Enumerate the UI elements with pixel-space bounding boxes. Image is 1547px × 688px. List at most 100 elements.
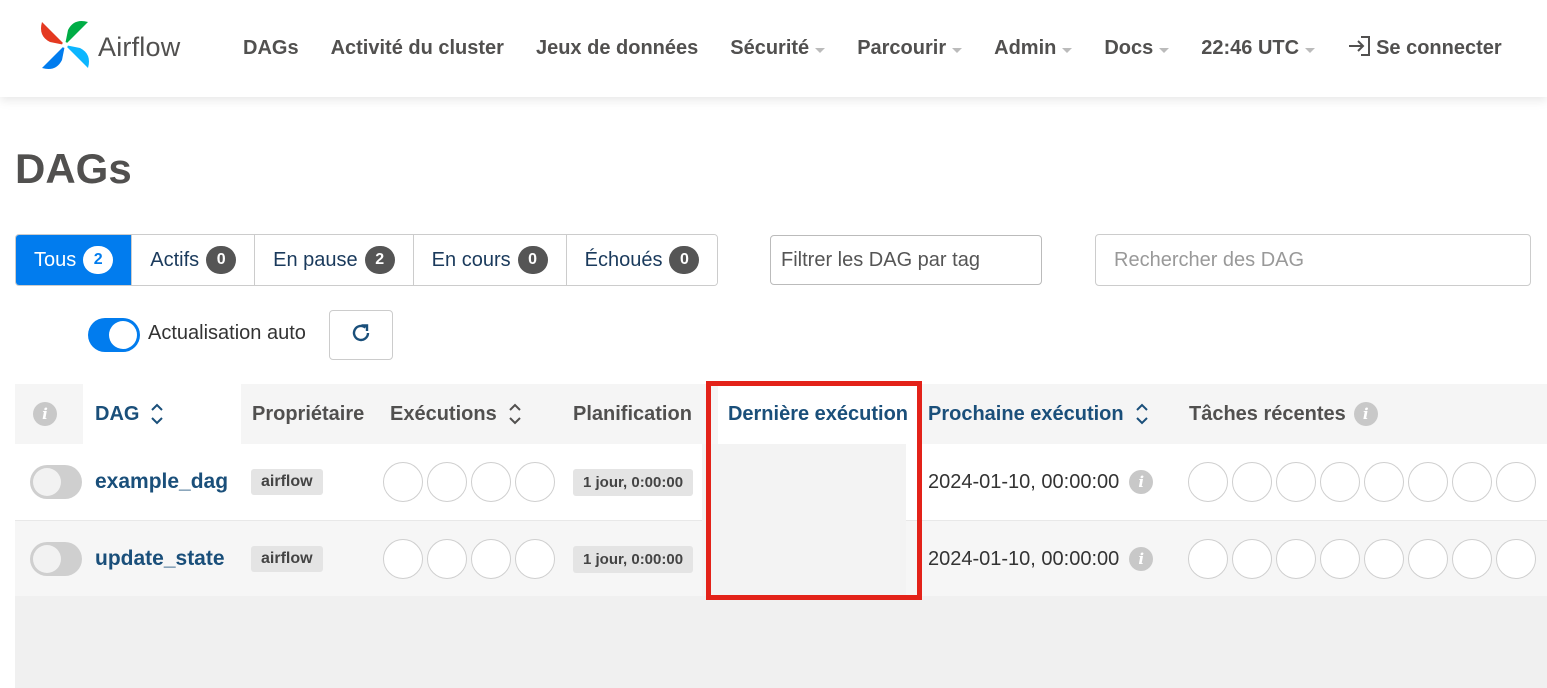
- brand[interactable]: Airflow: [36, 16, 180, 79]
- header-next-run-label: Prochaine exécution: [928, 402, 1124, 425]
- header-recent-tasks-label: Tâches récentes: [1189, 402, 1346, 425]
- top-navbar: Airflow DAGs Activité du cluster Jeux de…: [0, 0, 1547, 97]
- run-circle[interactable]: [427, 462, 467, 502]
- header-dag-label: DAG: [95, 402, 140, 425]
- header-next-run[interactable]: Prochaine exécution: [928, 384, 1148, 444]
- pause-toggle[interactable]: [30, 465, 82, 499]
- nav-menu: DAGs Activité du cluster Jeux de données…: [243, 0, 1502, 97]
- sort-icon: [151, 403, 164, 425]
- login-label: Se connecter: [1376, 37, 1502, 59]
- toggle-knob: [33, 545, 61, 573]
- run-circle[interactable]: [515, 462, 555, 502]
- nav-cluster-activity[interactable]: Activité du cluster: [331, 37, 504, 60]
- tag-filter-input[interactable]: [770, 235, 1042, 285]
- nav-docs-label: Docs: [1104, 37, 1154, 59]
- sign-in-icon: [1347, 34, 1376, 64]
- task-circle[interactable]: [1408, 539, 1448, 579]
- task-status-circles: [1188, 444, 1540, 520]
- schedule-tag[interactable]: 1 jour, 0:00:00: [573, 545, 694, 573]
- run-circle[interactable]: [515, 539, 555, 579]
- task-circle[interactable]: [1364, 539, 1404, 579]
- info-icon: i: [1353, 402, 1378, 426]
- task-circle[interactable]: [1320, 462, 1360, 502]
- tab-failed-count: 0: [669, 246, 700, 274]
- caret-down-icon: [1062, 47, 1073, 53]
- tab-active[interactable]: Actifs 0: [132, 235, 256, 285]
- task-circle[interactable]: [1364, 462, 1404, 502]
- caret-down-icon: [952, 47, 963, 53]
- task-circle[interactable]: [1408, 462, 1448, 502]
- tab-paused[interactable]: En pause 2: [255, 235, 414, 285]
- dag-link[interactable]: update_state: [95, 547, 225, 571]
- task-circle[interactable]: [1496, 462, 1536, 502]
- run-status-circles: [383, 521, 559, 597]
- header-dag[interactable]: DAG: [83, 384, 241, 444]
- caret-down-icon: [815, 47, 826, 53]
- dag-link[interactable]: example_dag: [95, 470, 228, 494]
- task-circle[interactable]: [1452, 539, 1492, 579]
- info-icon: i: [33, 402, 57, 426]
- run-status-circles: [383, 444, 559, 520]
- last-run-column-cells: [702, 444, 906, 596]
- tab-failed-label: Échoués: [584, 248, 663, 271]
- refresh-button[interactable]: [329, 310, 393, 360]
- task-circle[interactable]: [1188, 462, 1228, 502]
- nav-docs[interactable]: Docs: [1104, 37, 1170, 60]
- header-last-run[interactable]: Dernière exécution: [718, 384, 918, 444]
- header-runs-label: Exécutions: [390, 402, 497, 425]
- tab-all[interactable]: Tous 2: [16, 235, 133, 285]
- run-circle[interactable]: [471, 539, 511, 579]
- info-icon[interactable]: i: [1129, 470, 1154, 494]
- nav-dags[interactable]: DAGs: [243, 37, 299, 60]
- nav-admin-label: Admin: [994, 37, 1057, 59]
- task-circle[interactable]: [1496, 539, 1536, 579]
- toggle-knob: [33, 468, 61, 496]
- pause-toggle[interactable]: [30, 542, 82, 576]
- nav-time-label: 22:46 UTC: [1201, 37, 1300, 59]
- task-circle[interactable]: [1232, 462, 1272, 502]
- owner-tag[interactable]: airflow: [251, 546, 323, 572]
- tab-failed[interactable]: Échoués 0: [566, 235, 718, 285]
- dag-search-input[interactable]: [1095, 234, 1531, 286]
- caret-down-icon: [1159, 47, 1170, 53]
- header-recent-tasks: Tâches récentes i: [1189, 384, 1378, 444]
- nav-dags-label: DAGs: [243, 37, 299, 59]
- status-filter-tabs: Tous 2 Actifs 0 En pause 2 En cours 0 Échoué…: [15, 234, 719, 286]
- tab-running-count: 0: [517, 246, 548, 274]
- run-circle[interactable]: [383, 539, 423, 579]
- nav-security[interactable]: Sécurité: [730, 37, 826, 60]
- header-owner-label: Propriétaire: [252, 402, 365, 425]
- caret-down-icon: [1305, 47, 1316, 53]
- tab-running-label: En cours: [431, 248, 511, 271]
- task-circle[interactable]: [1452, 462, 1492, 502]
- run-circle[interactable]: [383, 462, 423, 502]
- nav-browse[interactable]: Parcourir: [857, 37, 963, 60]
- info-icon[interactable]: i: [1129, 547, 1154, 571]
- header-schedule-label: Planification: [573, 402, 692, 425]
- task-circle[interactable]: [1276, 462, 1316, 502]
- tab-paused-count: 2: [364, 246, 395, 274]
- nav-datasets[interactable]: Jeux de données: [536, 37, 698, 60]
- owner-tag[interactable]: airflow: [251, 469, 323, 495]
- schedule-tag[interactable]: 1 jour, 0:00:00: [573, 468, 694, 496]
- nav-admin[interactable]: Admin: [994, 37, 1073, 60]
- task-circle[interactable]: [1320, 539, 1360, 579]
- auto-refresh-toggle[interactable]: [88, 318, 140, 352]
- header-schedule: Planification: [573, 384, 692, 444]
- page-title: DAGs: [15, 145, 132, 192]
- header-runs[interactable]: Exécutions: [390, 384, 521, 444]
- login-link[interactable]: Se connecter: [1347, 34, 1502, 64]
- next-run-value: 2024-01-10, 00:00:00: [928, 470, 1120, 493]
- task-circle[interactable]: [1232, 539, 1272, 579]
- task-circle[interactable]: [1188, 539, 1228, 579]
- nav-timezone[interactable]: 22:46 UTC: [1201, 37, 1316, 60]
- refresh-icon: [349, 321, 373, 350]
- task-circle[interactable]: [1276, 539, 1316, 579]
- tab-running[interactable]: En cours 0: [413, 235, 567, 285]
- tab-paused-label: En pause: [273, 248, 358, 271]
- run-circle[interactable]: [427, 539, 467, 579]
- run-circle[interactable]: [471, 462, 511, 502]
- sort-icon: [1135, 403, 1148, 425]
- header-info: i: [33, 384, 57, 444]
- header-last-run-label: Dernière exécution: [727, 402, 909, 425]
